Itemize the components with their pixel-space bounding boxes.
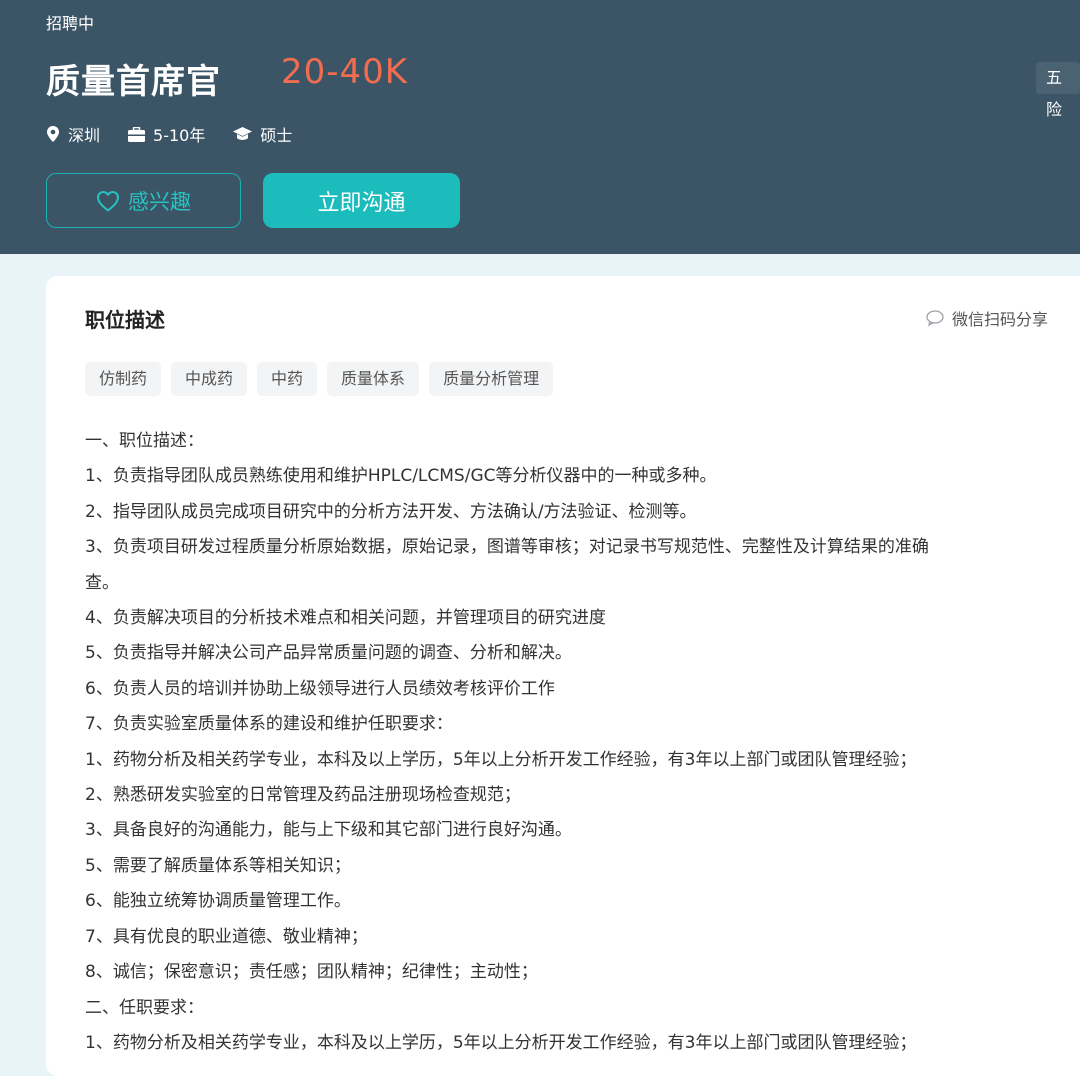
education-text: 硕士	[260, 126, 293, 145]
chat-bubble-icon	[926, 310, 944, 326]
chat-now-button[interactable]: 立即沟通	[263, 173, 460, 228]
description-line: 6、负责人员的培训并协助上级领导进行人员绩效考核评价工作	[85, 678, 555, 699]
skill-tag: 质量体系	[327, 362, 420, 396]
skill-tags: 仿制药 中成药 中药 质量体系 质量分析管理	[85, 362, 563, 396]
description-line: 4、负责解决项目的分析技术难点和相关问题，并管理项目的研究进度	[85, 608, 606, 629]
description-line: 6、能独立统筹协调质量管理工作。	[85, 891, 351, 912]
salary: 20-40K	[281, 52, 409, 92]
job-description: 一、职位描述： 1、负责指导团队成员熟练使用和维护HPLC/LCMS/GC等分析…	[85, 424, 1080, 1061]
graduation-cap-icon	[233, 126, 253, 140]
share-label: 微信扫码分享	[952, 310, 1049, 329]
heart-icon	[97, 190, 119, 211]
welfare-tag: 五险	[1036, 62, 1080, 119]
description-line: 2、熟悉研发实验室的日常管理及药品注册现场检查规范；	[85, 785, 521, 806]
description-line: 8、诚信；保密意识；责任感；团队精神；纪律性；主动性；	[85, 962, 538, 983]
description-line: 一、职位描述：	[85, 431, 204, 451]
description-line: 5、负责指导并解决公司产品异常质量问题的调查、分析和解决。	[85, 643, 572, 664]
meta-location: 深圳	[46, 122, 100, 146]
job-status: 招聘中	[46, 14, 95, 33]
description-line: 1、负责指导团队成员熟练使用和维护HPLC/LCMS/GC等分析仪器中的一种或多…	[85, 466, 717, 487]
description-line: 1、药物分析及相关药学专业，本科及以上学历，5年以上分析开发工作经验，有3年以上…	[85, 749, 917, 770]
meta-education: 硕士	[233, 122, 292, 146]
wechat-share[interactable]: 微信扫码分享	[926, 306, 1048, 330]
interest-button[interactable]: 感兴趣	[46, 173, 241, 228]
description-line: 7、具有优良的职业道德、敬业精神；	[85, 926, 368, 947]
skill-tag: 仿制药	[85, 362, 162, 396]
description-line: 查。	[85, 572, 119, 593]
skill-tag: 质量分析管理	[429, 362, 554, 396]
description-line: 3、负责项目研发过程质量分析原始数据，原始记录，图谱等审核；对记录书写规范性、完…	[85, 537, 929, 558]
job-header: 招聘中 质量首席官 20-40K 五险 深圳 5-10年 硕士 感兴趣 立即沟通	[0, 0, 1080, 254]
interest-label: 感兴趣	[128, 189, 191, 214]
skill-tag: 中药	[257, 362, 318, 396]
job-description-card: 职位描述 微信扫码分享 仿制药 中成药 中药 质量体系 质量分析管理 一、职位描…	[46, 276, 1080, 1076]
location-pin-icon	[47, 126, 59, 142]
description-line: 2、指导团队成员完成项目研究中的分析方法开发、方法确认/方法验证、检测等。	[85, 501, 697, 522]
description-line: 5、需要了解质量体系等相关知识；	[85, 855, 351, 876]
briefcase-icon	[128, 126, 146, 142]
job-meta: 深圳 5-10年 硕士	[46, 122, 320, 146]
meta-experience: 5-10年	[128, 122, 205, 146]
experience-text: 5-10年	[153, 126, 206, 145]
description-line: 1、药物分析及相关药学专业，本科及以上学历，5年以上分析开发工作经验，有3年以上…	[85, 1032, 917, 1053]
description-line: 7、负责实验室质量体系的建设和维护任职要求：	[85, 714, 453, 735]
job-title: 质量首席官	[46, 62, 221, 102]
section-title: 职位描述	[85, 308, 165, 332]
description-line: 3、具备良好的沟通能力，能与上下级和其它部门进行良好沟通。	[85, 820, 572, 841]
description-line: 二、任职要求：	[85, 997, 204, 1018]
skill-tag: 中成药	[171, 362, 248, 396]
location-text: 深圳	[68, 126, 101, 145]
